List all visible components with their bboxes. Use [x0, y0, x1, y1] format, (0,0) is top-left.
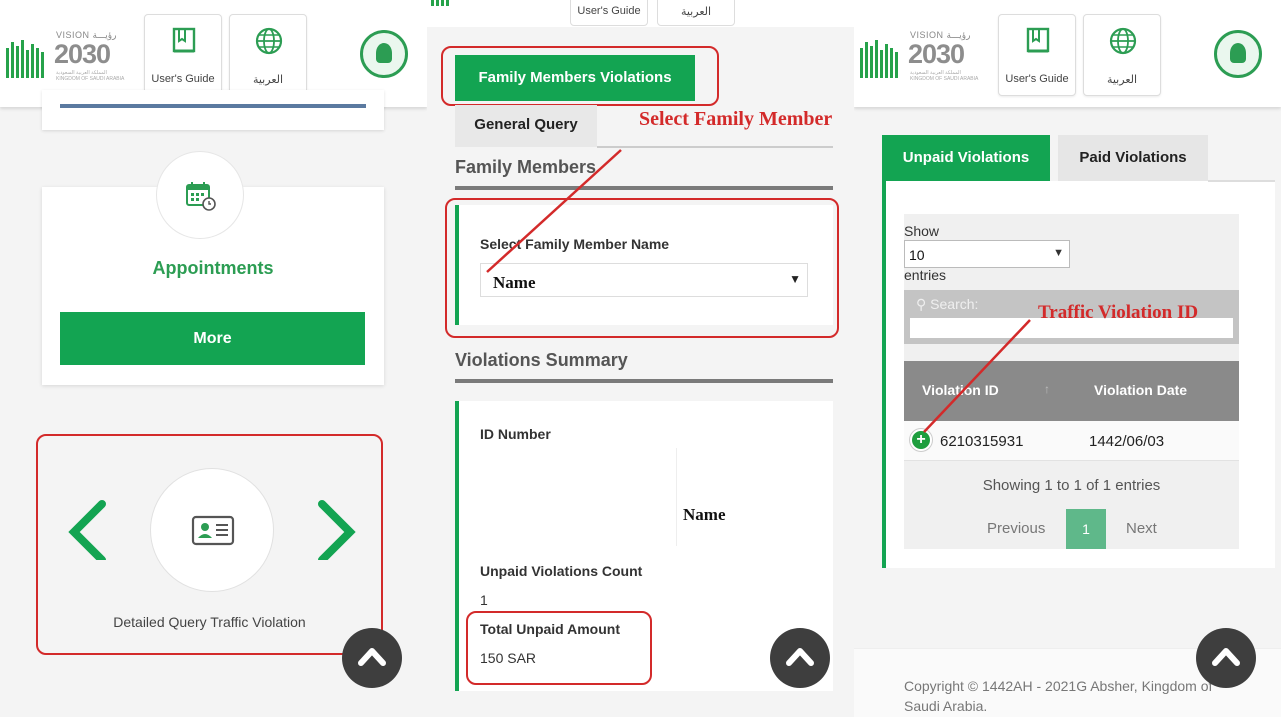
search-label: Search: [930, 296, 979, 312]
table-row: + 6210315931 1442/06/03 [904, 421, 1239, 461]
redaction-divider [676, 448, 677, 546]
id-card-icon [191, 515, 235, 546]
total-unpaid-highlight [466, 611, 652, 685]
id-number-label: ID Number [480, 426, 551, 442]
tab-divider [597, 146, 833, 148]
globe-icon [1109, 27, 1137, 55]
annotation-traffic-violation-id: Traffic Violation ID [1038, 302, 1199, 323]
family-members-title: Family Members [455, 157, 597, 177]
language-button[interactable]: العربية [1083, 14, 1161, 96]
entries-select[interactable]: 10 ▼ [904, 240, 1070, 268]
cell-violation-date: 1442/06/03 [1089, 433, 1165, 450]
copyright-text: Copyright © 1442AH - 2021G Absher, Kingd… [904, 678, 1213, 714]
search-icon: ⚲ [916, 296, 927, 312]
column-violation-date[interactable]: Violation Date [1094, 382, 1187, 398]
chevron-up-icon [1212, 648, 1240, 666]
vision-2030-logo [431, 0, 491, 8]
unpaid-count-value: 1 [480, 592, 488, 608]
pagination-page-1[interactable]: 1 [1066, 509, 1106, 549]
service-card-top [42, 90, 384, 130]
section-rule [455, 186, 833, 190]
unpaid-count-label: Unpaid Violations Count [480, 563, 643, 579]
carousel-prev-arrow-icon[interactable] [62, 500, 122, 560]
tab-divider [1208, 180, 1275, 182]
column-violation-id[interactable]: Violation ID [922, 382, 999, 398]
detailed-query-label: Detailed Query Traffic Violation [113, 614, 306, 630]
family-select-highlight [445, 198, 839, 338]
users-guide-button[interactable]: User's Guide [998, 14, 1076, 96]
chevron-up-icon [786, 648, 814, 666]
scroll-to-top-button[interactable] [1196, 628, 1256, 688]
panel-unpaid-violations: VISION رؤيـــة 2030 المملكة العربية السع… [854, 0, 1281, 717]
globe-icon [255, 27, 283, 55]
dropdown-caret-icon: ▼ [1053, 247, 1064, 259]
language-button[interactable]: العربية [229, 14, 307, 96]
tab-unpaid-violations[interactable]: Unpaid Violations [882, 135, 1050, 181]
expand-row-plus-icon[interactable]: + [910, 429, 932, 451]
appointments-title: Appointments [152, 258, 274, 278]
tab-family-members-violations[interactable]: Family Members Violations [455, 55, 695, 101]
book-icon [172, 27, 196, 53]
users-guide-button[interactable]: User's Guide [144, 14, 222, 96]
show-label: Show [904, 223, 940, 239]
carousel-next-arrow-icon[interactable] [306, 500, 366, 560]
cell-violation-id: 6210315931 [940, 433, 1024, 450]
appointments-icon-circle [156, 151, 244, 239]
language-button[interactable]: العربية [657, 0, 735, 26]
scroll-to-top-button[interactable] [770, 628, 830, 688]
pagination-next[interactable]: Next [1126, 520, 1157, 537]
vision-2030-logo: VISION رؤيـــة 2030 المملكة العربية السع… [6, 30, 126, 82]
users-guide-button[interactable]: User's Guide [570, 0, 648, 26]
chevron-up-icon [358, 648, 386, 666]
more-button[interactable]: More [60, 312, 365, 365]
app-header-partial: User's Guide العربية [427, 0, 854, 27]
app-header: VISION رؤيـــة 2030 المملكة العربية السع… [854, 0, 1281, 107]
sort-arrow-up-icon[interactable]: ↑ [1044, 382, 1050, 396]
calendar-clock-icon [186, 182, 216, 211]
section-rule [455, 379, 833, 383]
tab-general-query[interactable]: General Query [455, 105, 597, 147]
panel-family-violations: User's Guide العربية Family Members Viol… [427, 0, 854, 717]
scroll-to-top-button[interactable] [342, 628, 402, 688]
pagination-previous[interactable]: Previous [987, 520, 1045, 537]
saudi-emblem-icon [360, 30, 408, 78]
detailed-query-icon-circle[interactable] [150, 468, 274, 592]
book-icon [1026, 27, 1050, 53]
entries-label: entries [904, 267, 947, 283]
table-header: Violation ID ↑ Violation Date [904, 361, 1239, 421]
vision-2030-logo: VISION رؤيـــة 2030 المملكة العربية السع… [860, 30, 980, 82]
name-overlay: Name [683, 505, 726, 524]
tab-paid-violations[interactable]: Paid Violations [1058, 135, 1208, 181]
table-info: Showing 1 to 1 of 1 entries [982, 477, 1161, 494]
saudi-emblem-icon [1214, 30, 1262, 78]
panel-services: VISION رؤيـــة 2030 المملكة العربية السع… [0, 0, 427, 717]
violations-summary-title: Violations Summary [455, 350, 628, 370]
annotation-select-family-member: Select Family Member [639, 108, 833, 130]
